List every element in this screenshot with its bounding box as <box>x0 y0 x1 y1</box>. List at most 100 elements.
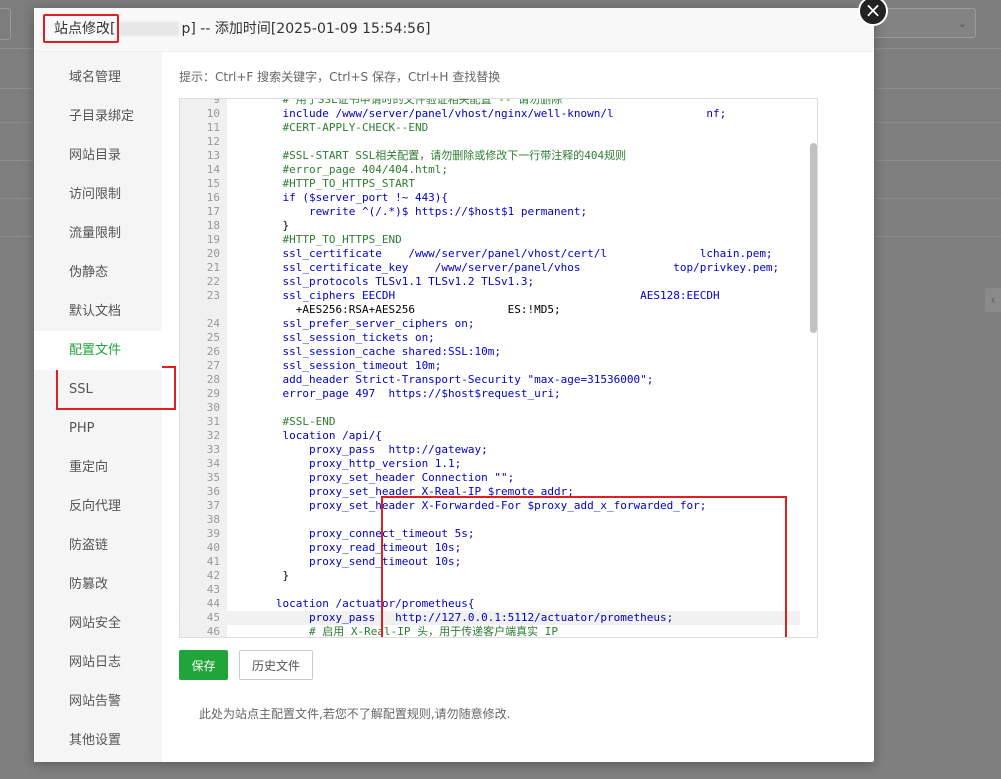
sidebar-item[interactable]: 配置文件 <box>34 331 162 370</box>
code-text: #CERT-APPLY-CHECK--END <box>256 121 429 134</box>
line-number: 11 <box>206 121 220 134</box>
code-line: 11 #CERT-APPLY-CHECK--END <box>180 121 800 135</box>
sidebar-item[interactable]: 访问限制 <box>34 175 162 214</box>
code-text: +AES256:RSA+AES256 ES:!MD5; <box>256 303 561 316</box>
code-text: proxy_http_version 1.1; <box>256 457 462 470</box>
redacted-domain <box>117 22 180 36</box>
sidebar-item[interactable]: 子目录绑定 <box>34 97 162 136</box>
code-line: 23 ssl_ciphers EECDH AES128:EECDH <box>180 289 800 303</box>
line-number: 39 <box>206 527 220 540</box>
code-line: 13 #SSL-START SSL相关配置，请勿删除或修改下一行带注释的404规… <box>180 149 800 163</box>
code-line: 34 proxy_http_version 1.1; <box>180 457 800 471</box>
sidebar-item[interactable]: 重定向 <box>34 448 162 487</box>
line-number: 33 <box>206 443 220 456</box>
sidebar-item[interactable]: 防盗链 <box>34 526 162 565</box>
sidebar-item[interactable]: PHP <box>34 409 162 448</box>
line-number: 43 <box>206 583 220 596</box>
line-number: 42 <box>206 569 220 582</box>
site-edit-modal: 站点修改[p] -- 添加时间[2025-01-09 15:54:56] 域名管… <box>34 8 874 762</box>
line-number: 16 <box>206 191 220 204</box>
sidebar-item[interactable]: 反向代理 <box>34 487 162 526</box>
line-number: 27 <box>206 359 220 372</box>
line-number: 46 <box>206 625 220 638</box>
code-text: rewrite ^(/.*)$ https://$host$1 permanen… <box>256 205 588 218</box>
sidebar-item[interactable]: 其他设置 <box>34 721 162 760</box>
code-line: 15 #HTTP_TO_HTTPS_START <box>180 177 800 191</box>
config-code-editor[interactable]: 9 # 用于SSL证书申请时的文件验证相关配置 -- 请勿删除 10 includ… <box>179 98 818 638</box>
history-file-button[interactable]: 历史文件 <box>239 650 313 680</box>
code-line: 21 ssl_certificate_key /www/server/panel… <box>180 261 800 275</box>
code-text: ssl_certificate /www/server/panel/vhost/… <box>256 247 773 260</box>
line-number: 41 <box>206 555 220 568</box>
sidebar-item[interactable]: 防篡改 <box>34 565 162 604</box>
code-text: #HTTP_TO_HTTPS_START <box>256 177 415 190</box>
code-line: 19 #HTTP_TO_HTTPS_END <box>180 233 800 247</box>
code-line: 30 <box>180 401 800 415</box>
line-number: 10 <box>206 107 220 120</box>
line-number: 24 <box>206 317 220 330</box>
sidebar-item[interactable]: 域名管理 <box>34 58 162 97</box>
line-number: 15 <box>206 177 220 190</box>
code-text: ssl_session_timeout 10m; <box>256 359 442 372</box>
code-text: ssl_certificate_key /www/server/panel/vh… <box>256 261 780 274</box>
line-number: 37 <box>206 499 220 512</box>
site-settings-sidebar: 域名管理 子目录绑定 网站目录 访问限制 流量限制 伪静态 默认文档 配置文件 SSL PHP 重定… <box>34 52 176 762</box>
code-line: 32 location /api/{ <box>180 429 800 443</box>
line-number: 22 <box>206 275 220 288</box>
code-line: 24 ssl_prefer_server_ciphers on; <box>180 317 800 331</box>
line-number: 28 <box>206 373 220 386</box>
code-text: } <box>256 219 290 232</box>
code-line: 20 ssl_certificate /www/server/panel/vho… <box>180 247 800 261</box>
code-text: proxy_pass http://gateway; <box>256 443 488 456</box>
line-number: 35 <box>206 471 220 484</box>
code-line: 9 # 用于SSL证书申请时的文件验证相关配置 -- 请勿删除 <box>180 98 800 107</box>
code-line: 17 rewrite ^(/.*)$ https://$host$1 perma… <box>180 205 800 219</box>
code-line: 10 include /www/server/panel/vhost/nginx… <box>180 107 800 121</box>
line-number: 38 <box>206 513 220 526</box>
line-number: 14 <box>206 163 220 176</box>
annotation-box-title <box>43 14 119 43</box>
sidebar-item[interactable]: 网站日志 <box>34 643 162 682</box>
code-text: #SSL-END <box>256 415 336 428</box>
line-number: 9 <box>213 98 220 106</box>
sidebar-item[interactable]: SSL <box>34 370 162 409</box>
code-line: 35 proxy_set_header Connection ""; <box>180 471 800 485</box>
chevron-left-icon: ‹ <box>985 288 1001 312</box>
sidebar-item[interactable]: 默认文档 <box>34 292 162 331</box>
code-line: 31 #SSL-END <box>180 415 800 429</box>
code-line: 18 } <box>180 219 800 233</box>
line-number: 34 <box>206 457 220 470</box>
chevron-down-icon: ⌄ <box>957 17 967 30</box>
sidebar-item[interactable]: 网站告警 <box>34 682 162 721</box>
sidebar-item[interactable]: 网站安全 <box>34 604 162 643</box>
line-number: 20 <box>206 247 220 260</box>
code-text: add_header Strict-Transport-Security "ma… <box>256 373 654 386</box>
line-number: 44 <box>206 597 220 610</box>
line-number: 40 <box>206 541 220 554</box>
save-button[interactable]: 保存 <box>179 650 228 680</box>
code-line: 27 ssl_session_timeout 10m; <box>180 359 800 373</box>
code-text: # 用于SSL证书申请时的文件验证相关配置 -- 请勿删除 <box>256 98 563 106</box>
line-number: 29 <box>206 387 220 400</box>
sidebar-item[interactable]: 伪静态 <box>34 253 162 292</box>
line-number: 23 <box>206 289 220 302</box>
line-number: 18 <box>206 219 220 232</box>
code-text: #HTTP_TO_HTTPS_END <box>256 233 402 246</box>
line-number: 19 <box>206 233 220 246</box>
code-line: +AES256:RSA+AES256 ES:!MD5; <box>180 303 800 317</box>
code-text: ssl_ciphers EECDH AES128:EECDH <box>256 289 720 302</box>
config-warning-note: 此处为站点主配置文件,若您不了解配置规则,请勿随意修改. <box>199 707 511 721</box>
code-text: #SSL-START SSL相关配置，请勿删除或修改下一行带注释的404规则 <box>256 149 627 162</box>
code-line: 22 ssl_protocols TLSv1.1 TLSv1.2 TLSv1.3… <box>180 275 800 289</box>
line-number: 25 <box>206 331 220 344</box>
sidebar-item[interactable]: 流量限制 <box>34 214 162 253</box>
code-text: error_page 497 https://$host$request_uri… <box>256 387 561 400</box>
background-left-control <box>0 8 11 40</box>
sidebar-item[interactable]: 网站目录 <box>34 136 162 175</box>
editor-scrollbar[interactable] <box>810 143 817 333</box>
modal-title-suffix: p] -- 添加时间[2025-01-09 15:54:56] <box>181 21 431 37</box>
code-line: 28 add_header Strict-Transport-Security … <box>180 373 800 387</box>
line-number: 32 <box>206 429 220 442</box>
code-text: ssl_prefer_server_ciphers on; <box>256 317 475 330</box>
code-line: 16 if ($server_port !~ 443){ <box>180 191 800 205</box>
